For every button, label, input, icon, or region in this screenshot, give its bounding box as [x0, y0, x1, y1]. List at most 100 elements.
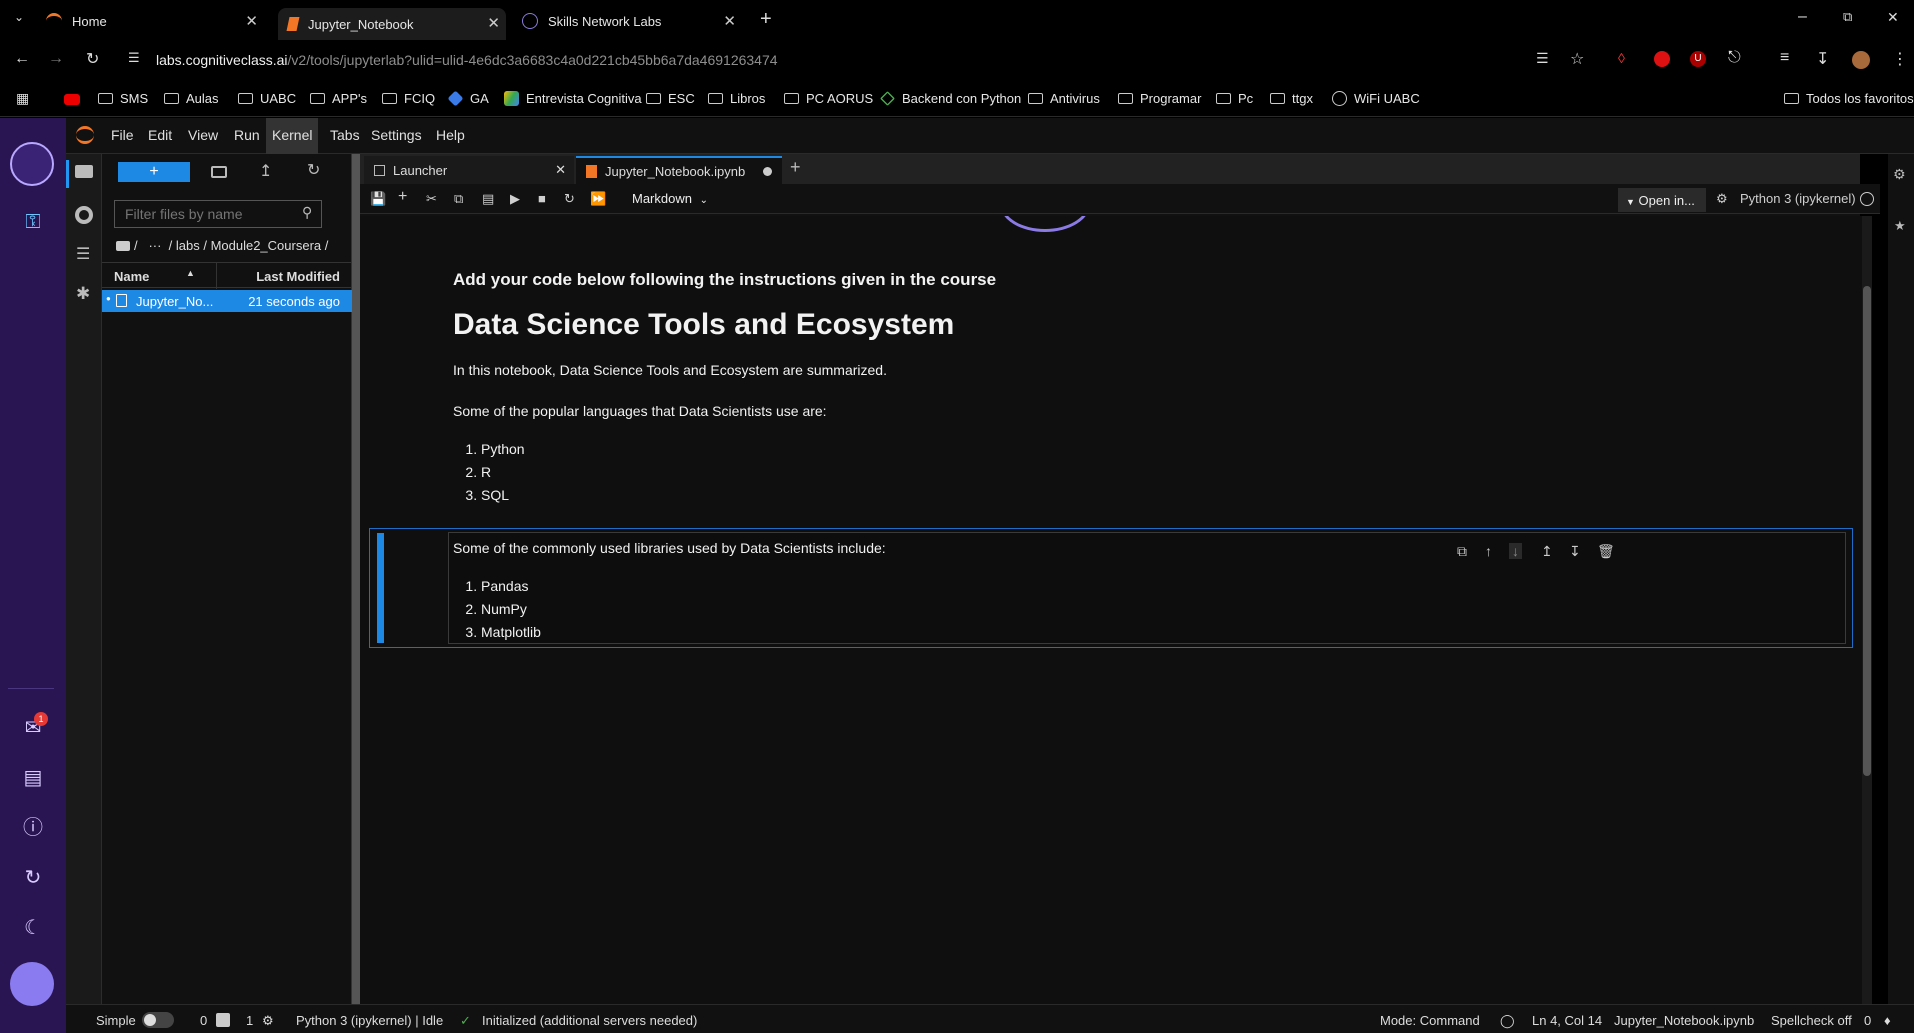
doc-tab-launcher[interactable]: Launcher ✕: [364, 156, 574, 184]
extensions-icon[interactable]: ⎋: [1728, 49, 1741, 67]
insert-cell-icon[interactable]: +: [398, 188, 407, 206]
extension-red-icon[interactable]: ◊: [1618, 50, 1625, 66]
column-last-modified[interactable]: Last Modified: [256, 269, 340, 284]
interrupt-icon[interactable]: ■: [538, 191, 546, 206]
running-kernels-icon[interactable]: [75, 206, 93, 224]
new-folder-icon[interactable]: [211, 166, 227, 178]
bookmark-ga[interactable]: GA: [447, 90, 489, 107]
insert-below-icon[interactable]: ↧: [1569, 543, 1581, 560]
bookmark-entrevista[interactable]: Entrevista Cognitiva: [504, 91, 642, 106]
back-icon[interactable]: ←: [14, 50, 30, 68]
new-launcher-button[interactable]: +: [118, 162, 190, 182]
kernel-count[interactable]: 1: [246, 1013, 253, 1028]
notification-count[interactable]: 0: [1864, 1013, 1871, 1028]
file-browser-icon[interactable]: [75, 165, 93, 178]
close-icon[interactable]: ✕: [245, 12, 258, 30]
bookmark-uabc[interactable]: UABC: [238, 91, 296, 106]
restore-icon[interactable]: ⧉: [1843, 9, 1852, 25]
translate-icon[interactable]: ☰: [1536, 50, 1549, 67]
menu-help[interactable]: Help: [436, 127, 465, 143]
move-up-icon[interactable]: ↑: [1485, 543, 1492, 559]
insert-above-icon[interactable]: ↥: [1541, 543, 1553, 560]
apps-grid-icon[interactable]: ▦: [16, 90, 29, 107]
bookmark-wifi-uabc[interactable]: WiFi UABC: [1332, 91, 1420, 106]
menu-tabs[interactable]: Tabs: [330, 127, 360, 143]
trusted-shield-icon[interactable]: ◯: [1500, 1013, 1515, 1029]
duplicate-cell-icon[interactable]: ⧉: [1457, 543, 1467, 560]
run-all-icon[interactable]: ⏩: [590, 191, 606, 207]
skills-network-logo[interactable]: [10, 142, 54, 186]
scrollbar[interactable]: [1862, 216, 1872, 1004]
scrollbar-thumb[interactable]: [1863, 286, 1871, 776]
bookmark-esc[interactable]: ESC: [646, 91, 695, 106]
cell-editor[interactable]: Some of the commonly used libraries used…: [448, 532, 1846, 644]
delete-cell-icon[interactable]: 🗑: [1597, 543, 1615, 560]
minimize-icon[interactable]: –: [1798, 8, 1807, 26]
bookmark-pc-aorus[interactable]: PC AORUS: [784, 91, 873, 106]
window-close-icon[interactable]: ✕: [1887, 9, 1899, 26]
home-folder-icon[interactable]: [116, 240, 130, 251]
instructions-icon[interactable]: ▤: [19, 764, 47, 792]
browser-tab-jupyter-notebook[interactable]: Jupyter_Notebook ✕: [278, 8, 506, 40]
sync-icon[interactable]: ↻: [19, 864, 47, 892]
run-icon[interactable]: ▶: [510, 191, 520, 207]
active-markdown-cell[interactable]: Some of the commonly used libraries used…: [369, 528, 1853, 648]
bell-icon[interactable]: ♦: [1884, 1013, 1891, 1028]
media-icon[interactable]: ≡: [1780, 49, 1789, 67]
move-down-icon[interactable]: ↓: [1509, 543, 1522, 559]
extension-hand-icon[interactable]: [1654, 51, 1670, 67]
property-inspector-icon[interactable]: ⚙: [1893, 166, 1906, 183]
copy-icon[interactable]: ⧉: [454, 191, 463, 207]
filter-files-input[interactable]: [114, 200, 322, 228]
menu-file[interactable]: File: [111, 127, 134, 143]
bookmark-star-icon[interactable]: ☆: [1570, 49, 1584, 69]
menu-edit[interactable]: Edit: [148, 127, 172, 143]
ublock-icon[interactable]: U: [1690, 51, 1706, 67]
close-icon[interactable]: ✕: [487, 14, 500, 32]
user-avatar[interactable]: [10, 962, 54, 1006]
close-icon[interactable]: ✕: [555, 162, 566, 178]
reload-icon[interactable]: ↻: [86, 49, 99, 69]
simple-mode-toggle[interactable]: [142, 1012, 174, 1028]
browser-menu-icon[interactable]: ⋮: [1892, 49, 1908, 69]
bookmark-fciq[interactable]: FCIQ: [382, 91, 435, 106]
upload-icon[interactable]: ↥: [259, 161, 272, 181]
cut-icon[interactable]: ✂: [426, 191, 437, 207]
download-icon[interactable]: ↧: [1816, 49, 1829, 69]
bookmark-antivirus[interactable]: Antivirus: [1028, 91, 1100, 106]
profile-avatar-icon[interactable]: [1852, 51, 1870, 69]
menu-kernel[interactable]: Kernel: [266, 118, 319, 154]
menu-settings[interactable]: Settings: [371, 127, 422, 143]
kernel-name[interactable]: Python 3 (ipykernel): [1740, 191, 1856, 206]
bookmark-ttgx[interactable]: ttgx: [1270, 91, 1313, 106]
bookmark-libros[interactable]: Libros: [708, 91, 765, 106]
url-field[interactable]: labs.cognitiveclass.ai/v2/tools/jupyterl…: [156, 52, 778, 68]
tab-search-chevron-icon[interactable]: ⌄: [14, 10, 24, 24]
dark-mode-icon[interactable]: ☾: [19, 914, 47, 942]
bookmark-all-favorites[interactable]: Todos los favoritos: [1784, 91, 1914, 106]
spellcheck-status[interactable]: Spellcheck off: [1771, 1013, 1852, 1028]
terminal-count[interactable]: 0: [200, 1013, 207, 1028]
bookmark-sms[interactable]: SMS: [98, 91, 148, 106]
bookmark-apps[interactable]: APP's: [310, 91, 367, 106]
kernel-status-text[interactable]: Python 3 (ipykernel) | Idle: [296, 1013, 443, 1028]
youtube-icon[interactable]: [64, 94, 80, 105]
open-in-button[interactable]: ▼ Open in...: [1618, 188, 1706, 212]
paste-icon[interactable]: ▤: [482, 191, 494, 207]
cursor-position[interactable]: Ln 4, Col 14: [1532, 1013, 1602, 1028]
column-name[interactable]: Name: [114, 269, 149, 284]
panel-splitter[interactable]: [352, 154, 360, 1004]
close-icon[interactable]: ✕: [723, 12, 736, 30]
new-tab-icon[interactable]: +: [760, 8, 772, 31]
breadcrumb-path[interactable]: / ··· / labs / Module2_Coursera /: [134, 238, 328, 253]
cell-type-select[interactable]: Markdown ⌄: [632, 191, 708, 206]
menu-run[interactable]: Run: [234, 127, 260, 143]
doc-tab-notebook[interactable]: Jupyter_Notebook.ipynb: [576, 156, 782, 184]
restart-icon[interactable]: ↻: [564, 191, 575, 207]
menu-view[interactable]: View: [188, 127, 218, 143]
bookmark-aulas[interactable]: Aulas: [164, 91, 219, 106]
unsaved-dot-icon[interactable]: [763, 167, 772, 176]
extension-manager-icon[interactable]: ✱: [76, 284, 90, 304]
lsp-status-text[interactable]: Initialized (additional servers needed): [482, 1013, 697, 1028]
refresh-icon[interactable]: ↻: [307, 160, 320, 180]
